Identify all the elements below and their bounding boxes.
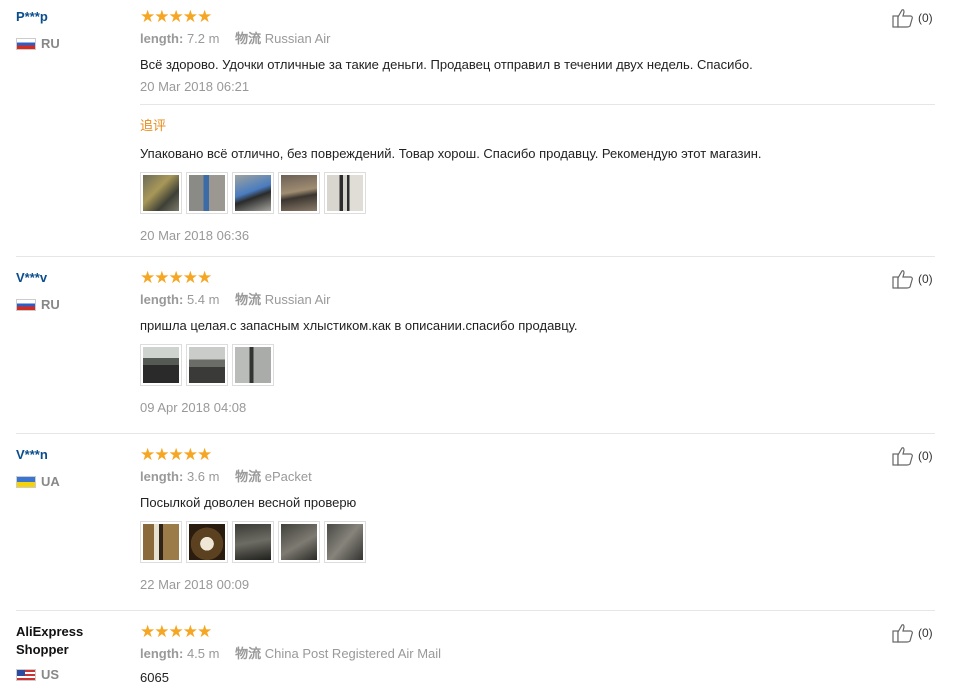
review-attributes: length: 7.2 m 物流 Russian Air <box>140 31 330 47</box>
length-label: length: <box>140 469 184 484</box>
review-date: 09 Apr 2018 04:08 <box>140 400 247 415</box>
helpful-count: (0) <box>918 449 933 463</box>
review-separator <box>16 256 935 257</box>
country-code: US <box>41 667 60 682</box>
review-photo[interactable] <box>232 521 274 563</box>
review-photo[interactable] <box>324 521 366 563</box>
reviewer-name[interactable]: V***v <box>16 269 47 287</box>
shipping-value: Russian Air <box>264 31 331 46</box>
reviewer-name[interactable]: P***p <box>16 8 48 26</box>
star-rating: ★★★★★ <box>140 445 212 464</box>
shipping-label: 物流 <box>235 646 262 661</box>
review-photos <box>140 521 366 563</box>
review-photo[interactable] <box>186 344 228 386</box>
review-photos <box>140 344 274 386</box>
shipping-label: 物流 <box>235 31 262 46</box>
review-text: пришла целая.с запасным хлыстиком.как в … <box>140 318 578 333</box>
review-attributes: length: 5.4 m 物流 Russian Air <box>140 292 330 308</box>
followup-date: 20 Mar 2018 06:36 <box>140 228 250 243</box>
helpful-count: (0) <box>918 11 933 25</box>
star-rating: ★★★★★ <box>140 7 212 26</box>
review-date: 20 Mar 2018 06:21 <box>140 79 250 94</box>
shipping-value: Russian Air <box>264 292 331 307</box>
country-code: UA <box>41 474 60 489</box>
reviewer-name[interactable]: V***n <box>16 446 48 464</box>
shipping-value: ePacket <box>264 469 312 484</box>
review-photo[interactable] <box>232 172 274 214</box>
star-rating: ★★★★★ <box>140 268 212 287</box>
length-value: 4.5 m <box>186 646 220 661</box>
russia-flag-icon <box>16 299 36 311</box>
star-rating: ★★★★★ <box>140 622 212 641</box>
review-text: Всё здорово. Удочки отличные за такие де… <box>140 57 753 72</box>
helpful-button[interactable]: (0) <box>892 8 933 28</box>
thumbs-up-icon <box>892 9 913 28</box>
followup-divider <box>140 104 935 105</box>
helpful-button[interactable]: (0) <box>892 446 933 466</box>
helpful-button[interactable]: (0) <box>892 623 933 643</box>
length-label: length: <box>140 292 184 307</box>
review-attributes: length: 4.5 m 物流 China Post Registered A… <box>140 646 441 662</box>
length-value: 7.2 m <box>186 31 220 46</box>
review-date: 22 Mar 2018 00:09 <box>140 577 250 592</box>
review-photo[interactable] <box>232 344 274 386</box>
thumbs-up-icon <box>892 624 913 643</box>
shipping-label: 物流 <box>235 469 262 484</box>
reviewer-country: RU <box>16 297 60 313</box>
ukraine-flag-icon <box>16 476 36 488</box>
thumbs-up-icon <box>892 447 913 466</box>
followup-label: 追评 <box>140 118 167 133</box>
helpful-count: (0) <box>918 626 933 640</box>
review-text: Посылкой доволен весной проверю <box>140 495 357 510</box>
review-photos <box>140 172 366 214</box>
followup-text: Упаковано всё отлично, без повреждений. … <box>140 146 762 161</box>
country-code: RU <box>41 297 60 312</box>
russia-flag-icon <box>16 38 36 50</box>
length-label: length: <box>140 646 184 661</box>
country-code: RU <box>41 36 60 51</box>
review-photo[interactable] <box>140 344 182 386</box>
review-photo[interactable] <box>186 521 228 563</box>
reviewer-country: RU <box>16 36 60 52</box>
review-attributes: length: 3.6 m 物流 ePacket <box>140 469 312 485</box>
review-separator <box>16 433 935 434</box>
helpful-button[interactable]: (0) <box>892 269 933 289</box>
review-photo[interactable] <box>278 521 320 563</box>
review-text: 6065 <box>140 670 169 685</box>
reviewer-name[interactable]: AliExpress Shopper <box>16 623 106 659</box>
length-label: length: <box>140 31 184 46</box>
thumbs-up-icon <box>892 270 913 289</box>
review-photo[interactable] <box>186 172 228 214</box>
usa-flag-icon <box>16 669 36 681</box>
length-value: 3.6 m <box>186 469 220 484</box>
review-photo[interactable] <box>278 172 320 214</box>
helpful-count: (0) <box>918 272 933 286</box>
reviewer-country: UA <box>16 474 60 490</box>
review-photo[interactable] <box>140 521 182 563</box>
review-separator <box>16 610 935 611</box>
shipping-label: 物流 <box>235 292 262 307</box>
reviewer-country: US <box>16 667 59 683</box>
review-photo[interactable] <box>140 172 182 214</box>
length-value: 5.4 m <box>186 292 220 307</box>
shipping-value: China Post Registered Air Mail <box>264 646 442 661</box>
review-photo[interactable] <box>324 172 366 214</box>
